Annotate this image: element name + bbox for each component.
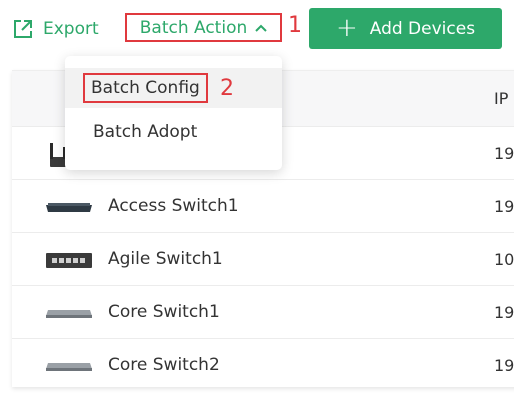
table-row[interactable]: Agile Switch1 10. [12,232,514,286]
device-name: Access Switch1 [108,196,239,216]
table-row[interactable]: Core Switch2 19. [12,338,514,392]
device-name: Agile Switch1 [108,249,223,269]
table-row[interactable]: Access Switch1 19. [12,179,514,233]
device-name: Core Switch1 [108,302,220,322]
device-ip: 19. [494,197,514,216]
add-devices-label: Add Devices [369,18,476,39]
device-name: Core Switch2 [108,355,220,375]
batch-action-button[interactable]: Batch Action [125,13,282,42]
batch-action-label: Batch Action [139,17,248,38]
device-ip: 19. [494,356,514,375]
switch-icon [45,245,93,275]
chevron-up-icon [255,18,267,38]
step-marker-1: 1 [288,13,302,38]
menu-item-label: Batch Config [83,73,208,103]
menu-item-batch-config[interactable]: Batch Config [65,68,282,108]
menu-item-label: Batch Adopt [93,122,198,142]
column-header-ip: IP [494,89,509,108]
switch-icon [45,351,93,381]
switch-icon [45,192,93,222]
device-ip: 19. [494,303,514,322]
switch-icon [45,298,93,328]
step-marker-2: 2 [220,76,234,101]
menu-item-batch-adopt[interactable]: Batch Adopt [65,112,282,152]
export-button[interactable]: Export [12,14,99,44]
add-devices-button[interactable]: + Add Devices [309,8,502,49]
table-row[interactable]: Core Switch1 19. [12,285,514,339]
device-ip: 19. [494,144,514,163]
plus-icon: + [335,12,358,43]
export-label: Export [43,19,99,39]
batch-action-menu: Batch Config Batch Adopt [65,56,282,170]
export-icon [12,18,34,40]
device-ip: 10. [494,250,514,269]
